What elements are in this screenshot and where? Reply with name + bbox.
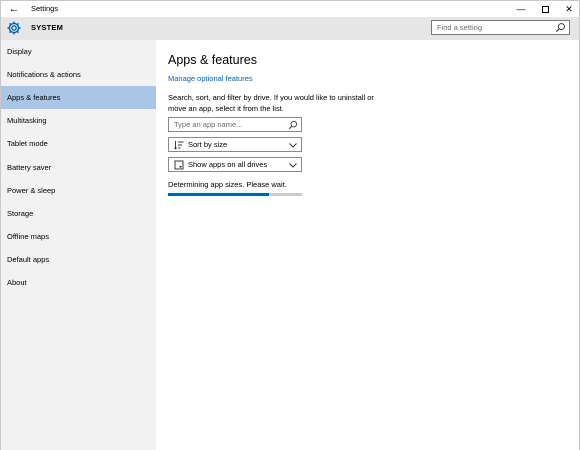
description-text: Search, sort, and filter by drive. If yo… [168,93,374,113]
manage-optional-features-link[interactable]: Manage optional features [168,74,253,84]
chevron-down-icon [289,143,297,148]
sidebar-item-about[interactable]: About [1,271,156,294]
progress-fill [168,193,269,196]
sidebar-item-power-sleep[interactable]: Power & sleep [1,179,156,202]
main-content: Apps & features Manage optional features… [156,40,579,450]
sort-icon [174,141,184,150]
app-search-placeholder: Type an app name... [174,120,243,129]
sidebar-item-storage[interactable]: Storage [1,202,156,225]
settings-header: SYSTEM Find a setting [1,17,579,40]
search-icon[interactable] [555,22,566,33]
chevron-down-icon [289,163,297,168]
sidebar-item-notifications[interactable]: Notifications & actions [1,63,156,86]
page-title: Apps & features [168,53,257,67]
close-button[interactable]: ✕ [557,1,580,17]
sort-dropdown[interactable]: Sort by size [168,137,302,152]
title-bar: ← Settings — ✕ [1,1,579,17]
minimize-button[interactable]: — [509,1,533,17]
find-setting-placeholder: Find a setting [437,23,483,32]
sidebar-item-display[interactable]: Display [1,40,156,63]
progress-bar [168,193,302,196]
section-title: SYSTEM [31,23,64,32]
drive-filter-value: Show apps on all drives [188,160,268,169]
sidebar-item-offline-maps[interactable]: Offline maps [1,225,156,248]
drive-icon [174,160,184,170]
sidebar-item-multitasking[interactable]: Multitasking [1,109,156,132]
gear-icon [7,21,21,35]
sidebar-item-default-apps[interactable]: Default apps [1,248,156,271]
status-text: Determining app sizes. Please wait. [168,180,287,189]
sidebar-item-tablet-mode[interactable]: Tablet mode [1,132,156,155]
window-title: Settings [31,4,59,13]
sort-dropdown-value: Sort by size [188,140,228,149]
back-arrow-icon[interactable]: ← [7,2,21,16]
maximize-button[interactable] [533,1,557,17]
drive-filter-dropdown[interactable]: Show apps on all drives [168,157,302,172]
app-search-input[interactable]: Type an app name... [168,117,302,132]
sidebar: Display Notifications & actions Apps & f… [1,40,156,450]
sidebar-item-apps-features[interactable]: Apps & features [1,86,156,109]
sidebar-item-battery-saver[interactable]: Battery saver [1,156,156,179]
find-setting-search[interactable]: Find a setting [431,20,570,35]
search-icon [288,121,297,130]
maximize-icon [541,6,549,14]
